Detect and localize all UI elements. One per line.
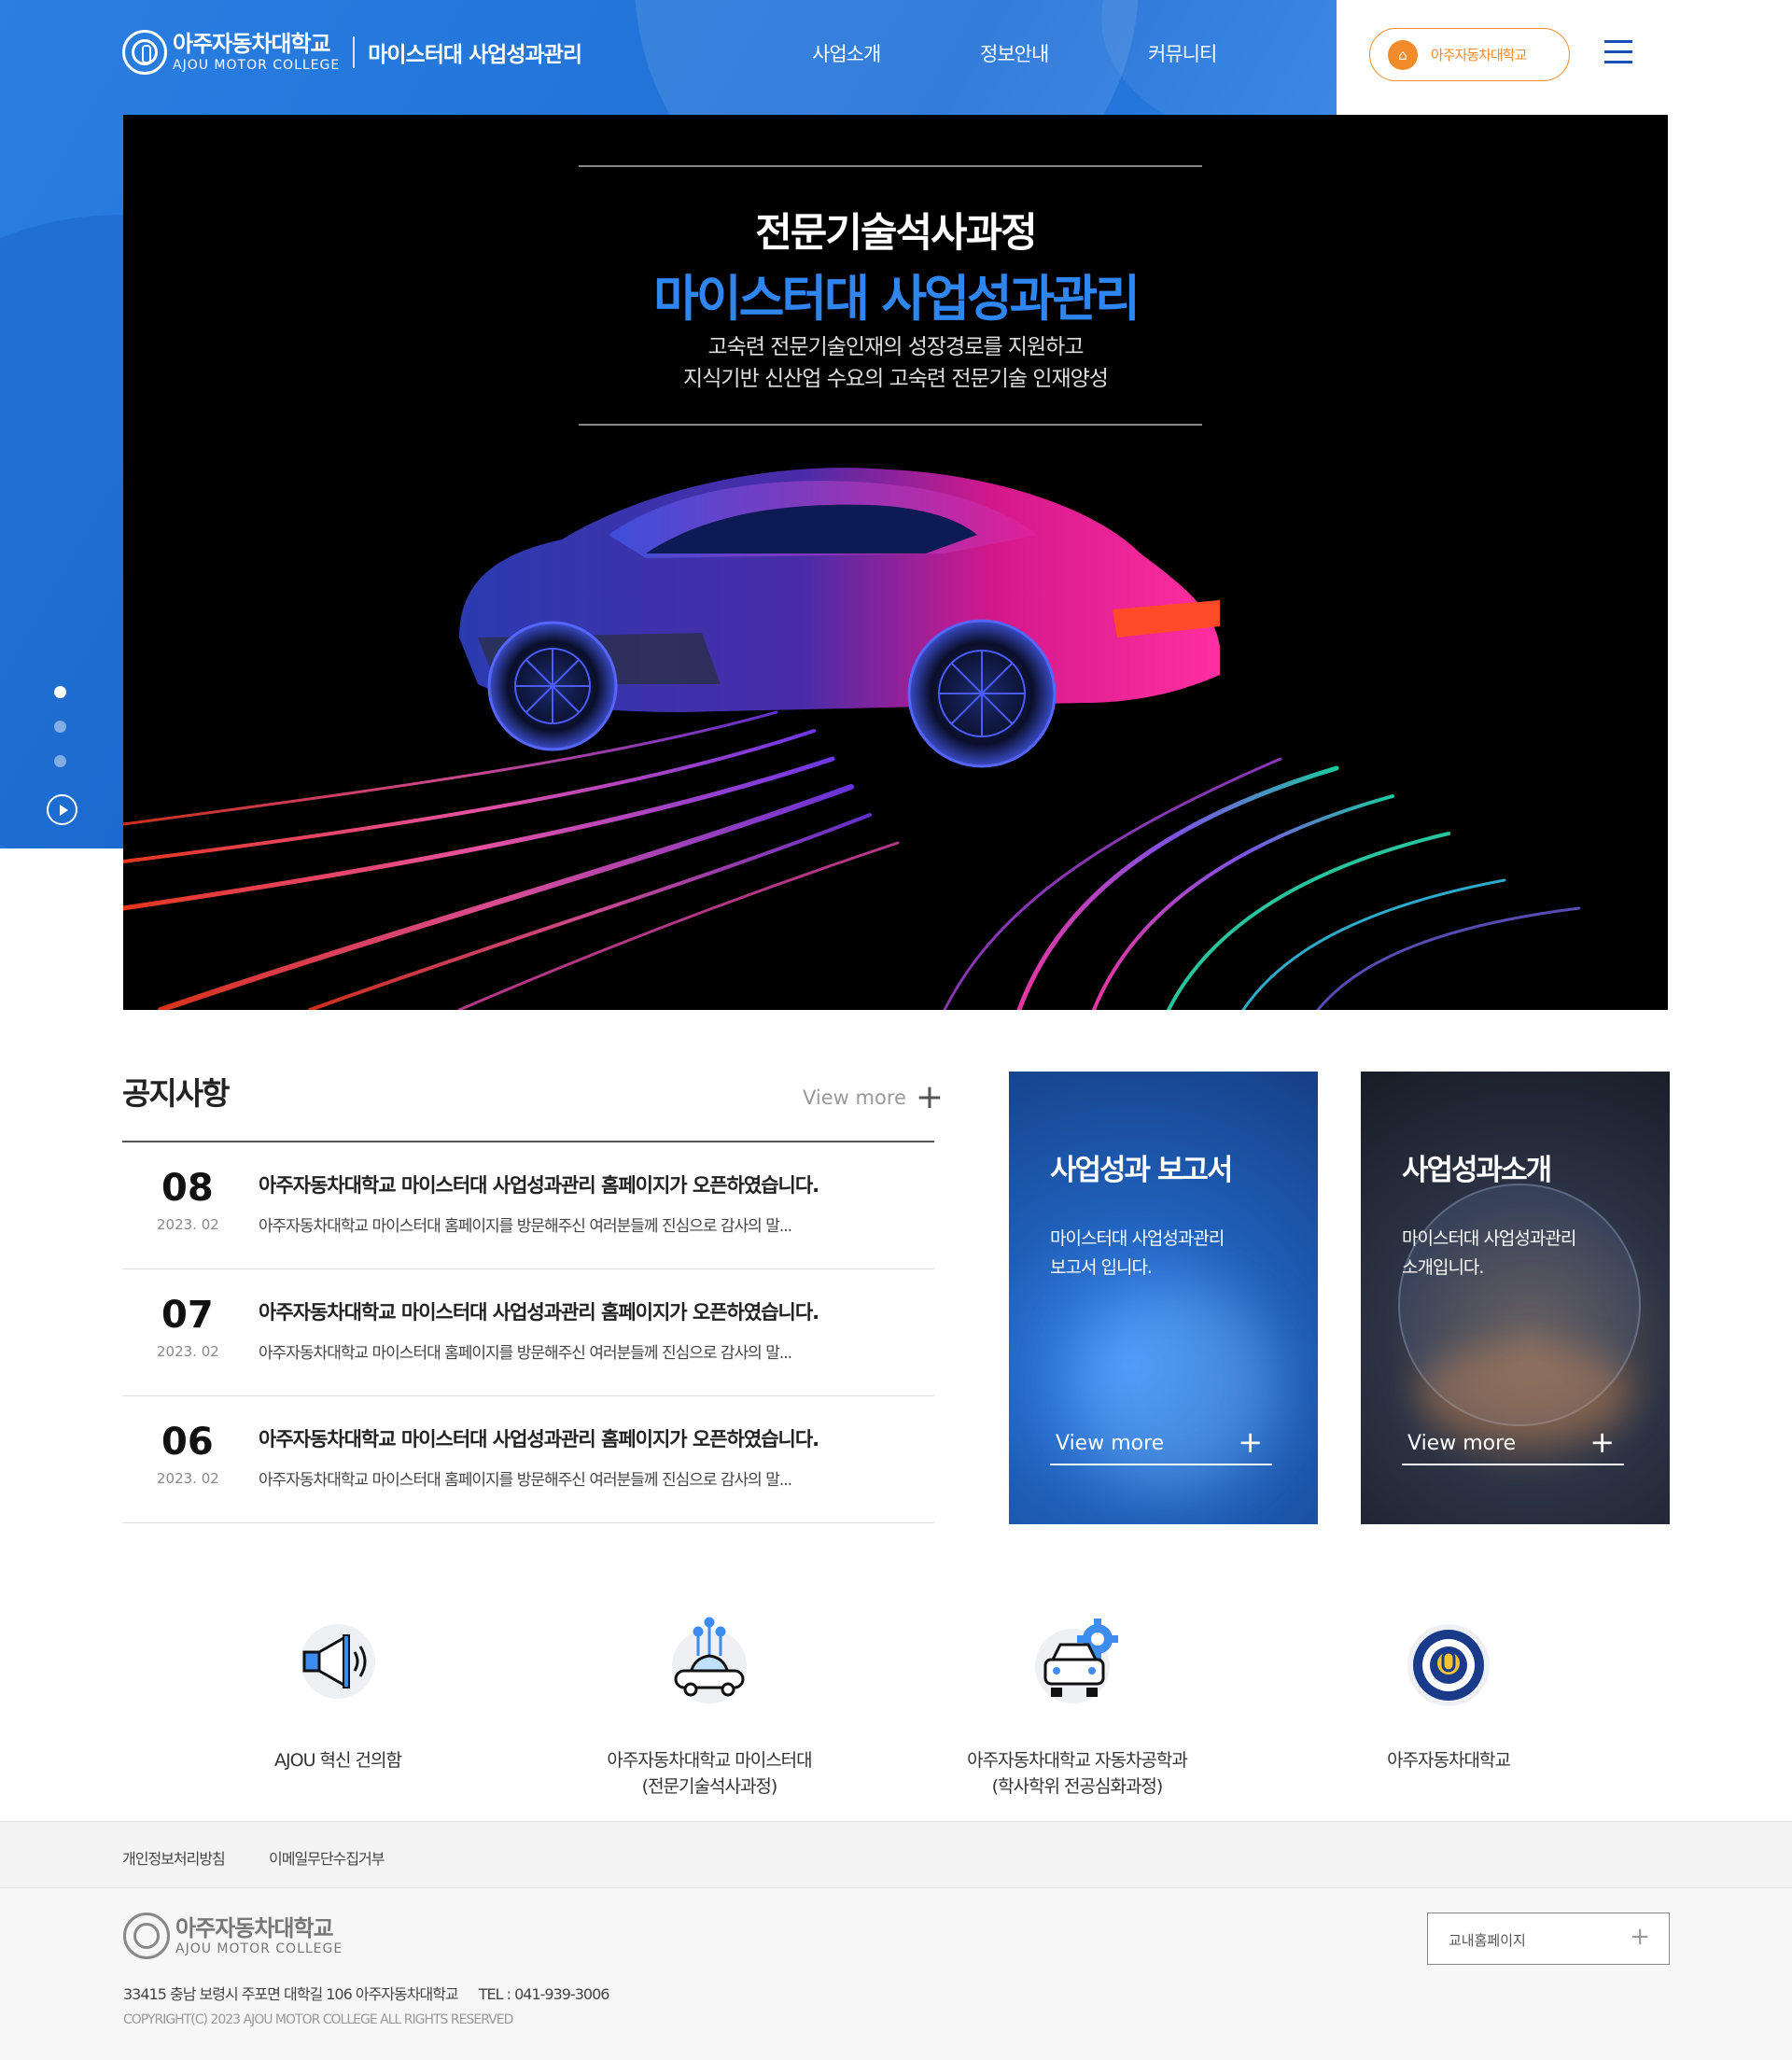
- notice-more-link[interactable]: View more +: [803, 1078, 945, 1116]
- notice-title: 공지사항: [122, 1075, 230, 1112]
- site-title: 마이스터대 사업성과관리: [368, 43, 582, 67]
- hero-subtitle: 전문기술석사과정: [755, 210, 1037, 257]
- quick-link-label-1: 아주자동차대학교: [1387, 1750, 1511, 1771]
- hamburger-icon[interactable]: [1604, 40, 1632, 66]
- hero-desc-line-2: 지식기반 신산업 수요의 고숙련 전문기술 인재양성: [683, 367, 1109, 391]
- slide-play-icon[interactable]: [47, 794, 77, 825]
- notice-day: 07: [161, 1294, 214, 1337]
- notice-item[interactable]: 07 2023. 02 아주자동차대학교 마이스터대 사업성과관리 홈페이지가 …: [122, 1269, 934, 1396]
- notice-date: 2023. 02: [157, 1470, 219, 1487]
- family-site-select[interactable]: 교내홈페이지 +: [1427, 1913, 1670, 1965]
- quick-link-label-1: 아주자동차대학교 자동차공학과: [967, 1750, 1188, 1771]
- intro-card-view-more-label: View more: [1407, 1432, 1517, 1455]
- notice-list: 08 2023. 02 아주자동차대학교 마이스터대 사업성과관리 홈페이지가 …: [122, 1141, 934, 1523]
- quick-link-college[interactable]: 아주자동차대학교: [1262, 1615, 1635, 1773]
- hero-title: 마이스터대 사업성과관리: [653, 271, 1141, 328]
- site-header: 아주자동차대학교 AJOU MOTOR COLLEGE 마이스터대 사업성과관리…: [0, 0, 1792, 115]
- notice-item-excerpt: 아주자동차대학교 마이스터대 홈페이지를 방문해주신 여러분들께 진심으로 감사…: [259, 1471, 792, 1490]
- quick-link-suggestion-box[interactable]: AJOU 혁신 건의함: [151, 1615, 525, 1773]
- hero-banner: 전문기술석사과정 마이스터대 사업성과관리 고숙련 전문기술인재의 성장경로를 …: [123, 115, 1668, 1010]
- logo-korean-text: 아주자동차대학교: [173, 31, 331, 57]
- college-emblem-icon: [1402, 1615, 1495, 1708]
- notice-date: 2023. 02: [157, 1216, 219, 1233]
- nav-item-information[interactable]: 정보안내: [980, 39, 1148, 67]
- quick-link-label-1: 아주자동차대학교 마이스터대: [607, 1750, 812, 1771]
- footer-logo-korean: 아주자동차대학교: [175, 1914, 334, 1941]
- notice-day: 08: [161, 1167, 214, 1210]
- quick-link-label-2: (전문기술석사과정): [641, 1776, 778, 1797]
- report-card-desc: 마이스터대 사업성과관리 보고서 입니다.: [1050, 1225, 1225, 1282]
- footer-address: 33415 충남 보령시 주포면 대학길 106 아주자동차대학교 TEL : …: [123, 1982, 609, 2004]
- slide-dot-3[interactable]: [54, 755, 66, 767]
- building-icon: ⌂: [1388, 39, 1418, 70]
- footer-logo: 아주자동차대학교 AJOU MOTOR COLLEGE: [123, 1913, 343, 1959]
- university-home-label: 아주자동차대학교: [1431, 47, 1527, 63]
- intro-card-desc: 마이스터대 사업성과관리 소개입니다.: [1402, 1225, 1576, 1282]
- footer-tel: TEL : 041-939-3006: [478, 1985, 610, 2003]
- notice-item-title: 아주자동차대학교 마이스터대 사업성과관리 홈페이지가 오픈하였습니다.: [259, 1301, 819, 1324]
- logo-english-text: AJOU MOTOR COLLEGE: [173, 58, 341, 73]
- notice-item[interactable]: 06 2023. 02 아주자동차대학교 마이스터대 사업성과관리 홈페이지가 …: [122, 1396, 934, 1523]
- notice-day: 06: [161, 1421, 214, 1464]
- plus-icon: +: [1630, 1923, 1650, 1951]
- report-card-desc-line-2: 보고서 입니다.: [1050, 1257, 1153, 1278]
- notice-date: 2023. 02: [157, 1343, 219, 1360]
- nav-item-community[interactable]: 커뮤니티: [1148, 39, 1316, 67]
- megaphone-icon: [291, 1615, 385, 1708]
- notice-item-excerpt: 아주자동차대학교 마이스터대 홈페이지를 방문해주신 여러분들께 진심으로 감사…: [259, 1344, 792, 1363]
- report-card-desc-line-1: 마이스터대 사업성과관리: [1050, 1228, 1225, 1249]
- site-logo[interactable]: 아주자동차대학교 AJOU MOTOR COLLEGE 마이스터대 사업성과관리: [122, 30, 582, 75]
- notice-item-title: 아주자동차대학교 마이스터대 사업성과관리 홈페이지가 오픈하였습니다.: [259, 1174, 819, 1197]
- slide-dot-1[interactable]: [54, 686, 66, 698]
- college-emblem-icon: [122, 30, 167, 75]
- intro-card-desc-line-1: 마이스터대 사업성과관리: [1402, 1228, 1576, 1249]
- report-card-view-more[interactable]: View more +: [1050, 1426, 1272, 1465]
- email-refusal-link[interactable]: 이메일무단수집거부: [269, 1846, 385, 1869]
- quick-link-auto-engineering[interactable]: 아주자동차대학교 자동차공학과 (학사학위 전공심화과정): [890, 1615, 1264, 1800]
- main-nav: 사업소개 정보안내 커뮤니티: [812, 39, 1316, 67]
- report-card[interactable]: 사업성과 보고서 마이스터대 사업성과관리 보고서 입니다. View more…: [1009, 1072, 1318, 1524]
- university-home-button[interactable]: ⌂ 아주자동차대학교: [1369, 28, 1570, 81]
- logo-divider: [353, 36, 356, 68]
- slide-dot-2[interactable]: [54, 721, 66, 733]
- plus-icon: +: [915, 1078, 945, 1116]
- intro-card-desc-line-2: 소개입니다.: [1402, 1257, 1484, 1278]
- quick-link-label-2: (학사학위 전공심화과정): [991, 1776, 1164, 1797]
- smart-car-icon: [663, 1615, 756, 1708]
- hero-divider-bottom: [579, 424, 1202, 426]
- notice-item[interactable]: 08 2023. 02 아주자동차대학교 마이스터대 사업성과관리 홈페이지가 …: [122, 1142, 934, 1269]
- footer-copyright: COPYRIGHT(C) 2023 AJOU MOTOR COLLEGE ALL…: [123, 2012, 513, 2027]
- nav-item-business-intro[interactable]: 사업소개: [812, 39, 980, 67]
- report-card-view-more-label: View more: [1056, 1432, 1165, 1455]
- intro-card-view-more[interactable]: View more +: [1402, 1426, 1624, 1465]
- notice-more-label: View more: [803, 1086, 906, 1109]
- hero-description: 고숙련 전문기술인재의 성장경로를 지원하고 지식기반 신산업 수요의 고숙련 …: [123, 331, 1668, 395]
- privacy-policy-link[interactable]: 개인정보처리방침: [122, 1846, 226, 1869]
- hero-divider-top: [579, 165, 1202, 167]
- footer-address-text: 33415 충남 보령시 주포면 대학길 106 아주자동차대학교: [123, 1985, 459, 2003]
- quick-link-label-1: AJOU 혁신 건의함: [274, 1750, 402, 1771]
- footer-links-bar: 개인정보처리방침 이메일무단수집거부: [0, 1821, 1792, 1888]
- notice-item-title: 아주자동차대학교 마이스터대 사업성과관리 홈페이지가 오픈하였습니다.: [259, 1428, 819, 1450]
- plus-icon: +: [1589, 1424, 1615, 1460]
- footer: 아주자동차대학교 AJOU MOTOR COLLEGE 33415 충남 보령시…: [0, 1888, 1792, 2060]
- plus-icon: +: [1238, 1424, 1263, 1460]
- slide-pager: [54, 686, 66, 790]
- college-emblem-icon: [123, 1913, 170, 1959]
- intro-card[interactable]: 사업성과소개 마이스터대 사업성과관리 소개입니다. View more +: [1361, 1072, 1670, 1524]
- hero-desc-line-1: 고숙련 전문기술인재의 성장경로를 지원하고: [707, 335, 1085, 359]
- family-site-label: 교내홈페이지: [1449, 1932, 1526, 1949]
- car-gear-icon: [1030, 1615, 1124, 1708]
- footer-logo-english: AJOU MOTOR COLLEGE: [175, 1941, 343, 1956]
- report-card-title: 사업성과 보고서: [1050, 1154, 1233, 1187]
- intro-card-title: 사업성과소개: [1402, 1154, 1552, 1187]
- notice-item-excerpt: 아주자동차대학교 마이스터대 홈페이지를 방문해주신 여러분들께 진심으로 감사…: [259, 1217, 792, 1236]
- quick-link-meister[interactable]: 아주자동차대학교 마이스터대 (전문기술석사과정): [523, 1615, 896, 1800]
